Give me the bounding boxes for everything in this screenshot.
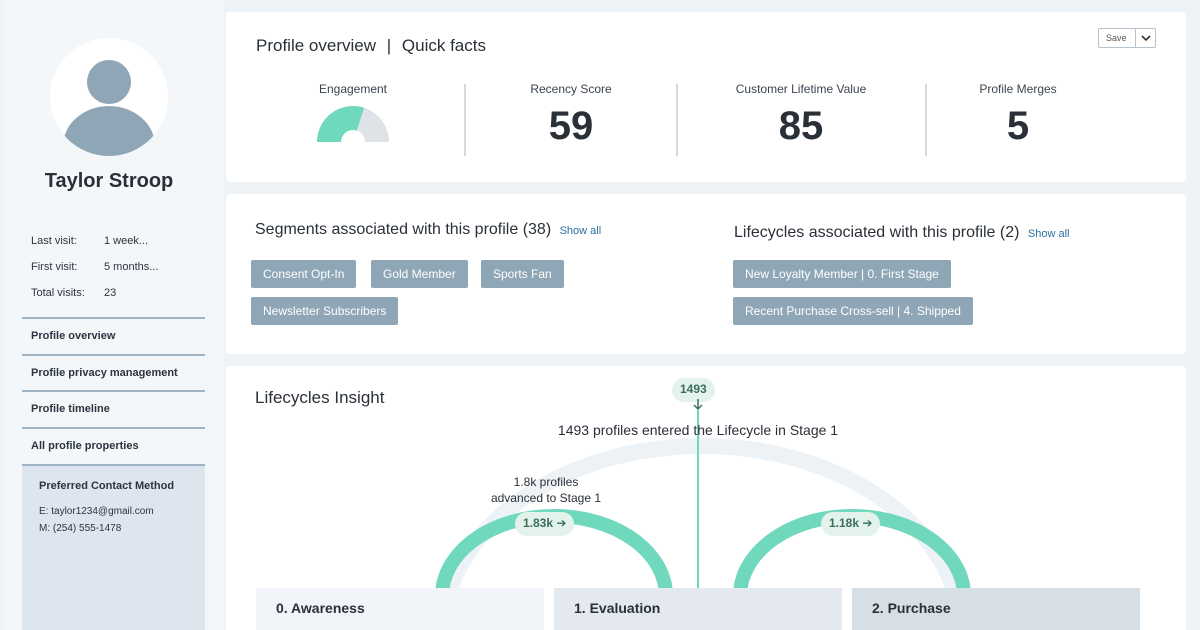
clv-value: 85 [778,104,824,148]
sidebar-item-privacy-management[interactable]: Profile privacy management [22,354,205,390]
flow-value-stage2: 1.18k [829,516,860,530]
metric-divider [464,84,466,156]
engagement-metric: Engagement [288,82,418,151]
lifecycles-title: Lifecycles associated with this profile … [734,224,1020,241]
lifecycle-chip[interactable]: New Loyalty Member | 0. First Stage [733,260,951,288]
email-value: taylor1234@gmail.com [51,506,154,517]
stage-label: 0. Awareness [276,600,365,616]
entry-summary: 1493 profiles entered the Lifecycle in S… [557,422,839,438]
segment-chip[interactable]: Newsletter Subscribers [251,297,399,325]
flow-badge-stage2: 1.18k ➔ [821,512,881,536]
user-icon [63,60,155,156]
overview-title-text: Profile overview [256,36,376,55]
mobile-value: (254) 555-1478 [52,523,122,534]
lifecycles-show-all-link[interactable]: Show all [1028,228,1070,240]
last-visit-row: Last visit: 1 week... [31,235,148,247]
stage-card-purchase[interactable]: 2. Purchase [852,588,1140,630]
first-visit-label: First visit: [31,261,78,273]
stage-card-awareness[interactable]: 0. Awareness [256,588,544,630]
overview-subtitle: Quick facts [401,36,486,55]
segments-title: Segments associated with this profile (3… [255,221,552,238]
engagement-label: Engagement [318,82,388,96]
merges-metric: Profile Merges 5 [956,82,1080,149]
save-divider [1135,29,1136,47]
save-dropdown-button[interactable]: Save [1098,28,1156,48]
flow-value-stage1: 1.83k [523,516,554,530]
last-visit-value: 1 week... [104,235,149,247]
arrow-right-icon: ➔ [556,516,567,530]
contact-method-title: Preferred Contact Method [39,480,175,492]
lifecycles-insight-card: Lifecycles Insight 1493 1493 profiles en… [226,366,1186,630]
overview-title: Profile overview | Quick facts [256,36,486,56]
segment-chip[interactable]: Gold Member [371,260,468,288]
chevron-down-icon [1141,35,1151,42]
first-visit-row: First visit: 5 months... [31,261,158,273]
segments-heading: Segments associated with this profile (3… [255,221,601,239]
lifecycle-chip[interactable]: Recent Purchase Cross-sell | 4. Shipped [733,297,973,325]
recency-label: Recency Score [530,82,612,96]
mobile-label: M: [39,523,51,534]
total-visits-value: 23 [104,287,117,299]
arrow-down-icon [693,399,703,411]
sidebar-item-all-properties[interactable]: All profile properties [22,427,205,463]
recency-metric: Recency Score 59 [496,82,646,149]
engagement-gauge [317,105,389,142]
sidebar-item-profile-timeline[interactable]: Profile timeline [22,390,205,426]
contact-email: E: taylor1234@gmail.com [39,506,205,517]
save-label: Save [1106,33,1127,43]
profile-sidebar: Taylor Stroop Last visit: 1 week... First… [4,0,224,630]
flow-badge-stage1: 1.83k ➔ [515,512,575,536]
advance-annotation: 1.8k profiles advanced to Stage 1 [476,474,616,506]
contact-mobile: M: (254) 555-1478 [39,523,205,534]
overview-title-separator: | [386,36,392,55]
advance-annotation-line1: 1.8k profiles [513,475,579,489]
stage-label: 2. Purchase [872,600,951,616]
segment-chip[interactable]: Sports Fan [481,260,564,288]
clv-label: Customer Lifetime Value [735,82,867,96]
metric-divider [925,84,927,156]
profile-name: Taylor Stroop [44,170,174,192]
merges-value: 5 [1006,104,1030,148]
segments-show-all-link[interactable]: Show all [560,225,602,237]
recency-value: 59 [548,104,594,148]
profile-overview-card: Profile overview | Quick facts Save Enga… [226,12,1186,182]
contact-method-panel: Preferred Contact Method E: taylor1234@g… [22,464,205,630]
metric-divider [676,84,678,156]
advance-annotation-line2: advanced to Stage 1 [490,491,602,505]
segment-chip[interactable]: Consent Opt-In [251,260,357,288]
merges-label: Profile Merges [979,82,1057,96]
avatar [50,38,168,156]
email-label: E: [39,506,49,517]
total-visits-row: Total visits: 23 [31,287,116,299]
stage-card-evaluation[interactable]: 1. Evaluation [554,588,842,630]
first-visit-value: 5 months... [104,261,159,273]
stage-label: 1. Evaluation [574,600,661,616]
total-visits-label: Total visits: [31,287,85,299]
last-visit-label: Last visit: [31,235,77,247]
arrow-right-icon: ➔ [862,516,873,530]
entry-count: 1493 [680,382,707,396]
clv-metric: Customer Lifetime Value 85 [706,82,896,149]
lifecycles-heading: Lifecycles associated with this profile … [734,224,1069,242]
associations-card: Segments associated with this profile (3… [226,194,1186,354]
sidebar-item-profile-overview[interactable]: Profile overview [22,317,205,353]
